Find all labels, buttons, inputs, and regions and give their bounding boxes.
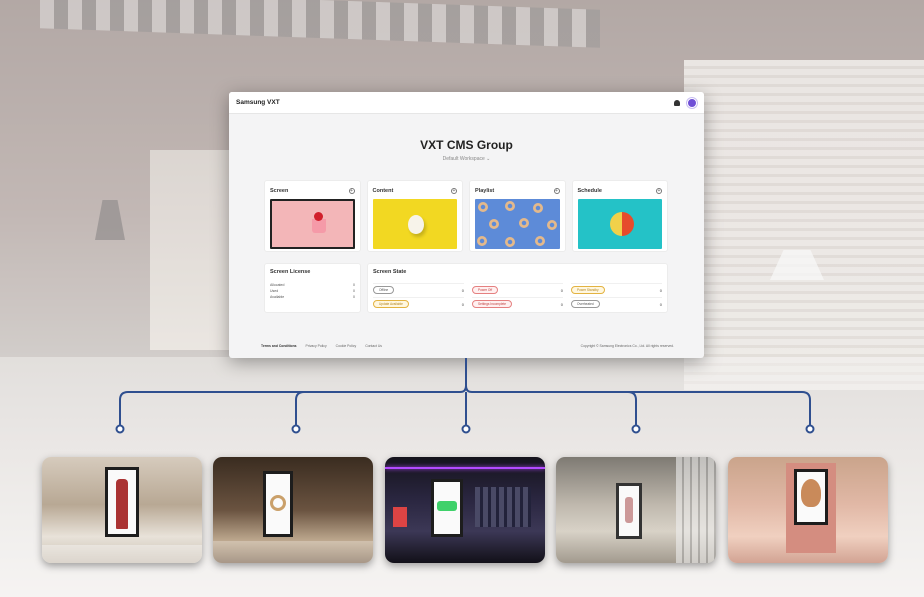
connector-node <box>631 424 641 434</box>
kids-mall-display-photo <box>728 457 888 563</box>
connector-node <box>805 424 815 434</box>
hotel-lobby-display-photo <box>556 457 716 563</box>
sportswear-store-display-photo <box>385 457 545 563</box>
connector-line <box>119 358 467 428</box>
connector-line <box>627 391 637 428</box>
connector-node <box>461 424 471 434</box>
jewelry-store-display-photo <box>213 457 373 563</box>
display-photo-strip <box>42 457 890 563</box>
connector-node <box>291 424 301 434</box>
retail-store-display-photo <box>42 457 202 563</box>
connector-line <box>295 391 305 428</box>
connector-line <box>465 385 811 428</box>
connector-node <box>115 424 125 434</box>
